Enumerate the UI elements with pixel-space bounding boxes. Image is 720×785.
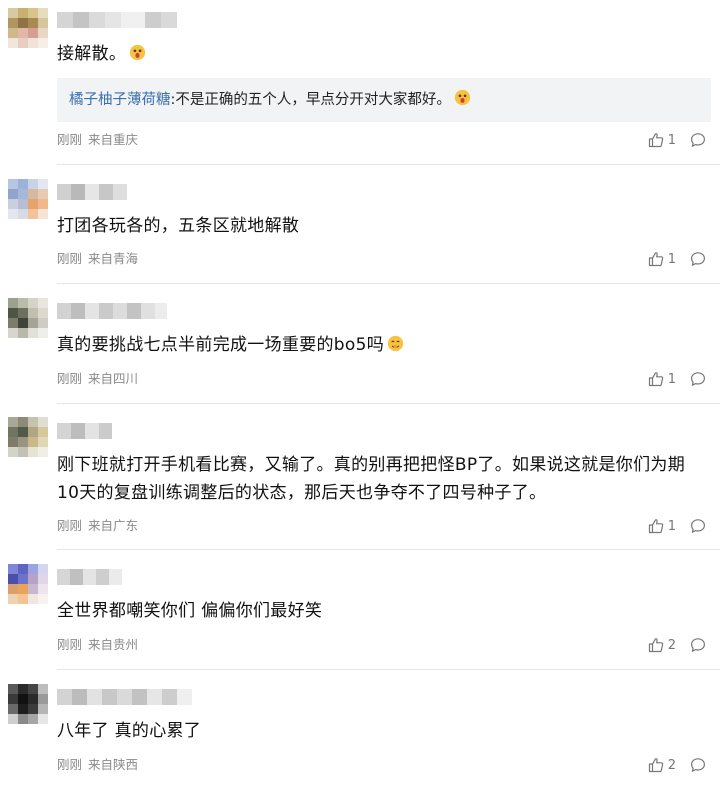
avatar[interactable] — [8, 179, 48, 219]
comment-time: 刚刚 — [57, 637, 83, 652]
comment-text: 打团各玩各的，五条区就地解散 — [57, 212, 706, 240]
comment-item: 真的要挑战七点半前完成一场重要的bo5吗 刚刚 来自四川 1 — [0, 284, 720, 404]
comment-location: 来自陕西 — [88, 757, 139, 772]
comment-item: 八年了 真的心累了 刚刚 来自陕西 2 — [0, 670, 720, 785]
comment-actions: 2 — [648, 756, 706, 774]
comment-meta: 刚刚 来自陕西 — [57, 757, 138, 773]
comment-meta: 刚刚 来自广东 — [57, 518, 138, 534]
reply-icon[interactable] — [690, 251, 706, 267]
quoted-text: 不是正确的五个人，早点分开对大家都好。 — [175, 92, 451, 108]
comment-location: 来自青海 — [88, 251, 139, 266]
comment-item: 接解散。 橘子柚子薄荷糖:不是正确的五个人，早点分开对大家都好。 刚刚 来自重庆… — [0, 0, 720, 165]
comment-text: 刚下班就打开手机看比赛，又输了。真的别再把把怪BP了。如果说这就是你们为期10天… — [57, 451, 706, 507]
thumbs-up-icon — [648, 637, 664, 653]
comment-meta: 刚刚 来自四川 — [57, 371, 138, 387]
comment-text-content: 刚下班就打开手机看比赛，又输了。真的别再把把怪BP了。如果说这就是你们为期10天… — [57, 455, 686, 503]
like-count: 1 — [667, 518, 676, 534]
comment-time: 刚刚 — [57, 132, 83, 147]
surprised-face-emoji-icon — [454, 89, 471, 106]
comment-location: 来自四川 — [88, 371, 139, 386]
avatar[interactable] — [8, 684, 48, 724]
comment-actions: 1 — [648, 517, 706, 535]
thumbs-up-icon — [648, 371, 664, 387]
reply-icon[interactable] — [690, 757, 706, 773]
thumbs-up-icon — [648, 132, 664, 148]
like-button[interactable]: 2 — [648, 757, 676, 773]
comment-actions: 1 — [648, 131, 706, 149]
comment-time: 刚刚 — [57, 371, 83, 386]
thumbs-up-icon — [648, 757, 664, 773]
like-button[interactable]: 1 — [648, 251, 676, 267]
like-count: 1 — [667, 251, 676, 267]
like-button[interactable]: 1 — [648, 518, 676, 534]
comment-location: 来自广东 — [88, 518, 139, 533]
like-count: 2 — [667, 637, 676, 653]
comment-text: 真的要挑战七点半前完成一场重要的bo5吗 — [57, 331, 706, 359]
comment-item: 刚下班就打开手机看比赛，又输了。真的别再把把怪BP了。如果说这就是你们为期10天… — [0, 404, 720, 550]
like-button[interactable]: 2 — [648, 637, 676, 653]
avatar[interactable] — [8, 417, 48, 457]
comment-location: 来自重庆 — [88, 132, 139, 147]
comment-time: 刚刚 — [57, 518, 83, 533]
comment-text: 八年了 真的心累了 — [57, 717, 706, 745]
comment-actions: 1 — [648, 370, 706, 388]
comment-time: 刚刚 — [57, 757, 83, 772]
like-count: 2 — [667, 757, 676, 773]
comment-text: 全世界都嘲笑你们 偏偏你们最好笑 — [57, 597, 706, 625]
avatar[interactable] — [8, 564, 48, 604]
comment-text-content: 打团各玩各的，五条区就地解散 — [57, 216, 300, 236]
thumbs-up-icon — [648, 518, 664, 534]
comment-text-content: 真的要挑战七点半前完成一场重要的bo5吗 — [57, 335, 385, 355]
comment-meta: 刚刚 来自青海 — [57, 251, 138, 267]
comment-location: 来自贵州 — [88, 637, 139, 652]
quoted-reply[interactable]: 橘子柚子薄荷糖:不是正确的五个人，早点分开对大家都好。 — [57, 78, 711, 122]
username-blurred[interactable] — [57, 12, 177, 28]
comment-meta: 刚刚 来自重庆 — [57, 132, 138, 148]
thumbs-up-icon — [648, 251, 664, 267]
like-count: 1 — [667, 132, 676, 148]
shush-face-emoji-icon — [387, 335, 404, 352]
comment-actions: 2 — [648, 636, 706, 654]
username-blurred[interactable] — [57, 303, 167, 319]
like-count: 1 — [667, 371, 676, 387]
comment-item: 打团各玩各的，五条区就地解散 刚刚 来自青海 1 — [0, 165, 720, 284]
username-blurred[interactable] — [57, 569, 122, 585]
username-blurred[interactable] — [57, 184, 127, 200]
comment-meta: 刚刚 来自贵州 — [57, 637, 138, 653]
username-blurred[interactable] — [57, 689, 192, 705]
comment-text: 接解散。 — [57, 40, 706, 68]
reply-icon[interactable] — [690, 637, 706, 653]
comment-text-content: 全世界都嘲笑你们 偏偏你们最好笑 — [57, 601, 323, 621]
comment-item: 全世界都嘲笑你们 偏偏你们最好笑 刚刚 来自贵州 2 — [0, 550, 720, 670]
comment-text-content: 接解散。 — [57, 44, 127, 64]
quoted-username[interactable]: 橘子柚子薄荷糖 — [69, 92, 171, 108]
avatar[interactable] — [8, 8, 48, 48]
avatar[interactable] — [8, 298, 48, 338]
like-button[interactable]: 1 — [648, 371, 676, 387]
like-button[interactable]: 1 — [648, 132, 676, 148]
reply-icon[interactable] — [690, 371, 706, 387]
surprised-face-emoji-icon — [130, 44, 146, 61]
comment-time: 刚刚 — [57, 251, 83, 266]
reply-icon[interactable] — [690, 132, 706, 148]
comment-text-content: 八年了 真的心累了 — [57, 721, 202, 741]
comment-actions: 1 — [648, 250, 706, 268]
reply-icon[interactable] — [690, 518, 706, 534]
username-blurred[interactable] — [57, 423, 112, 439]
